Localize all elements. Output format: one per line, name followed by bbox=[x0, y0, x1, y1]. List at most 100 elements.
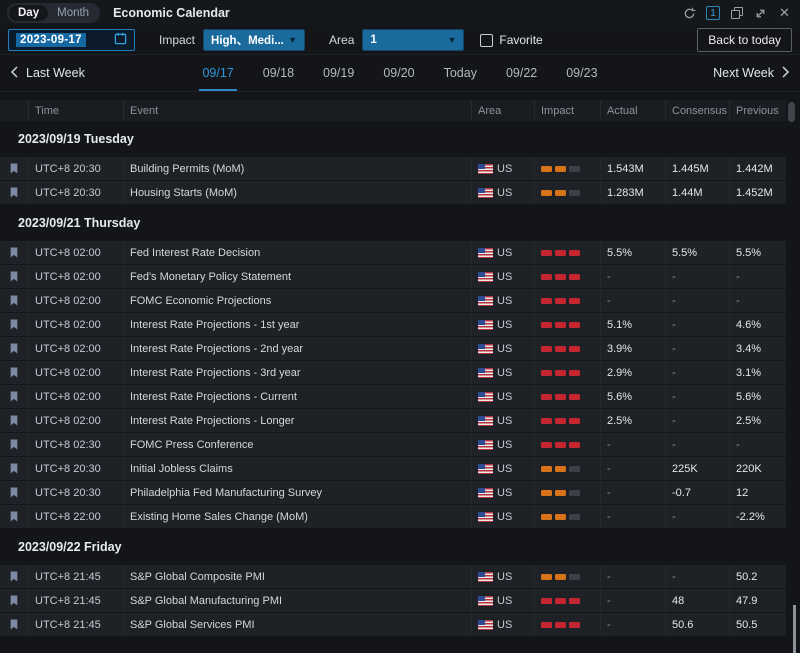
table-row[interactable]: UTC+8 20:30 Initial Jobless Claims US -225K… bbox=[0, 457, 786, 481]
calendar-table: Time Event Area Impact Actual Consensus … bbox=[0, 100, 786, 637]
area-filter-value: 1 bbox=[370, 34, 377, 46]
table-row[interactable]: UTC+8 20:30 Philadelphia Fed Manufacturin… bbox=[0, 481, 786, 505]
time-cell: UTC+8 20:30 bbox=[28, 181, 123, 204]
bookmark-icon[interactable] bbox=[0, 589, 28, 612]
expand-icon[interactable] bbox=[753, 6, 768, 21]
area-cell: US bbox=[471, 361, 534, 384]
us-flag-icon bbox=[478, 247, 493, 258]
restore-window-icon[interactable] bbox=[729, 6, 744, 21]
bookmark-icon[interactable] bbox=[0, 505, 28, 528]
table-row[interactable]: UTC+8 02:00 Interest Rate Projections - L… bbox=[0, 409, 786, 433]
date-picker-input[interactable]: 2023-09-17 bbox=[8, 29, 135, 51]
back-to-today-button[interactable]: Back to today bbox=[697, 28, 792, 52]
bookmark-icon[interactable] bbox=[0, 457, 28, 480]
bookmark-icon[interactable] bbox=[0, 337, 28, 360]
calendar-icon[interactable] bbox=[114, 32, 127, 48]
tab-day[interactable]: Day bbox=[9, 5, 49, 21]
table-row[interactable]: UTC+8 02:00 Interest Rate Projections - 2… bbox=[0, 337, 786, 361]
table-row[interactable]: UTC+8 02:00 Fed's Monetary Policy Stateme… bbox=[0, 265, 786, 289]
table-row[interactable]: UTC+8 02:30 FOMC Press Conference US - - - bbox=[0, 433, 786, 457]
table-row[interactable]: UTC+8 21:45 S&P Global Composite PMI US - -5… bbox=[0, 565, 786, 589]
actual-cell: 3.9% bbox=[600, 337, 665, 360]
event-cell: S&P Global Manufacturing PMI bbox=[123, 589, 471, 612]
bookmark-icon[interactable] bbox=[0, 313, 28, 336]
table-header: Time Event Area Impact Actual Consensus … bbox=[0, 100, 786, 121]
page-title: Economic Calendar bbox=[113, 6, 230, 20]
table-row[interactable]: UTC+8 21:45 S&P Global Services PMI US -50.… bbox=[0, 613, 786, 637]
us-flag-icon bbox=[478, 343, 493, 354]
favorite-filter[interactable]: Favorite bbox=[480, 33, 543, 47]
impact-cell bbox=[534, 409, 600, 432]
impact-cell bbox=[534, 385, 600, 408]
scrollbar-thumb[interactable] bbox=[788, 102, 795, 122]
last-week-button[interactable]: Last Week bbox=[10, 65, 85, 81]
bookmark-icon[interactable] bbox=[0, 241, 28, 264]
bookmark-icon[interactable] bbox=[0, 361, 28, 384]
impact-cell bbox=[534, 505, 600, 528]
table-row[interactable]: UTC+8 02:00 Interest Rate Projections - C… bbox=[0, 385, 786, 409]
bookmark-icon[interactable] bbox=[0, 385, 28, 408]
favorite-checkbox[interactable] bbox=[480, 33, 494, 47]
event-cell: Building Permits (MoM) bbox=[123, 157, 471, 180]
actual-cell: - bbox=[600, 433, 665, 456]
time-cell: UTC+8 02:00 bbox=[28, 409, 123, 432]
area-cell: US bbox=[471, 241, 534, 264]
bookmark-icon[interactable] bbox=[0, 265, 28, 288]
close-icon[interactable]: ✕ bbox=[777, 5, 792, 21]
us-flag-icon bbox=[478, 463, 493, 474]
bookmark-icon[interactable] bbox=[0, 409, 28, 432]
area-cell: US bbox=[471, 313, 534, 336]
day-tab[interactable]: 09/19 bbox=[322, 55, 355, 91]
impact-high-indicator bbox=[541, 417, 580, 424]
bookmark-icon[interactable] bbox=[0, 433, 28, 456]
actual-cell: - bbox=[600, 505, 665, 528]
area-filter-dropdown[interactable]: 1 ▼ bbox=[362, 29, 465, 51]
bookmark-icon[interactable] bbox=[0, 157, 28, 180]
day-tab[interactable]: 09/18 bbox=[262, 55, 295, 91]
bookmark-icon[interactable] bbox=[0, 181, 28, 204]
table-row[interactable]: UTC+8 02:00 Interest Rate Projections - 3… bbox=[0, 361, 786, 385]
area-label: US bbox=[497, 390, 513, 403]
day-tab[interactable]: 09/17 bbox=[199, 55, 238, 91]
event-cell: Interest Rate Projections - Longer bbox=[123, 409, 471, 432]
area-label: US bbox=[497, 438, 513, 451]
day-tab[interactable]: Today bbox=[443, 55, 478, 91]
impact-medium-indicator bbox=[541, 573, 580, 580]
bookmark-icon[interactable] bbox=[0, 289, 28, 312]
bookmark-icon[interactable] bbox=[0, 565, 28, 588]
impact-cell bbox=[534, 481, 600, 504]
table-row[interactable]: UTC+8 21:45 S&P Global Manufacturing PMI U… bbox=[0, 589, 786, 613]
time-cell: UTC+8 21:45 bbox=[28, 565, 123, 588]
us-flag-icon bbox=[478, 391, 493, 402]
consensus-cell: 1.44M bbox=[665, 181, 729, 204]
view-switcher: Day Month bbox=[7, 3, 101, 23]
table-row[interactable]: UTC+8 20:30 Building Permits (MoM) US 1.543… bbox=[0, 157, 786, 181]
table-row[interactable]: UTC+8 02:00 Interest Rate Projections - 1… bbox=[0, 313, 786, 337]
area-label: US bbox=[497, 186, 513, 199]
day-tab[interactable]: 09/23 bbox=[565, 55, 598, 91]
day-tab[interactable]: 09/20 bbox=[382, 55, 415, 91]
area-cell: US bbox=[471, 265, 534, 288]
bookmark-icon[interactable] bbox=[0, 481, 28, 504]
impact-filter-dropdown[interactable]: High、Medi... ▼ bbox=[203, 29, 306, 51]
date-value: 2023-09-17 bbox=[16, 33, 86, 47]
table-row[interactable]: UTC+8 20:30 Housing Starts (MoM) US 1.283M 1… bbox=[0, 181, 786, 205]
header-time: Time bbox=[28, 100, 123, 121]
section-date-header: 2023/09/22 Friday bbox=[0, 529, 786, 565]
day-tab[interactable]: 09/22 bbox=[505, 55, 538, 91]
table-row[interactable]: UTC+8 22:00 Existing Home Sales Change (M… bbox=[0, 505, 786, 529]
bookmark-icon[interactable] bbox=[0, 613, 28, 636]
time-cell: UTC+8 02:30 bbox=[28, 433, 123, 456]
table-row[interactable]: UTC+8 02:00 Fed Interest Rate Decision US 5… bbox=[0, 241, 786, 265]
tab-month[interactable]: Month bbox=[48, 5, 98, 21]
chevron-down-icon: ▼ bbox=[447, 35, 457, 45]
area-label: US bbox=[497, 246, 513, 259]
refresh-icon[interactable] bbox=[682, 6, 697, 21]
next-week-button[interactable]: Next Week bbox=[713, 65, 790, 81]
scrollbar-edge-thumb[interactable] bbox=[793, 605, 796, 653]
table-row[interactable]: UTC+8 02:00 FOMC Economic Projections US - -… bbox=[0, 289, 786, 313]
impact-cell bbox=[534, 337, 600, 360]
consensus-cell: - bbox=[665, 565, 729, 588]
window-count-badge[interactable]: 1 bbox=[706, 6, 720, 20]
previous-cell: 5.6% bbox=[729, 385, 786, 408]
